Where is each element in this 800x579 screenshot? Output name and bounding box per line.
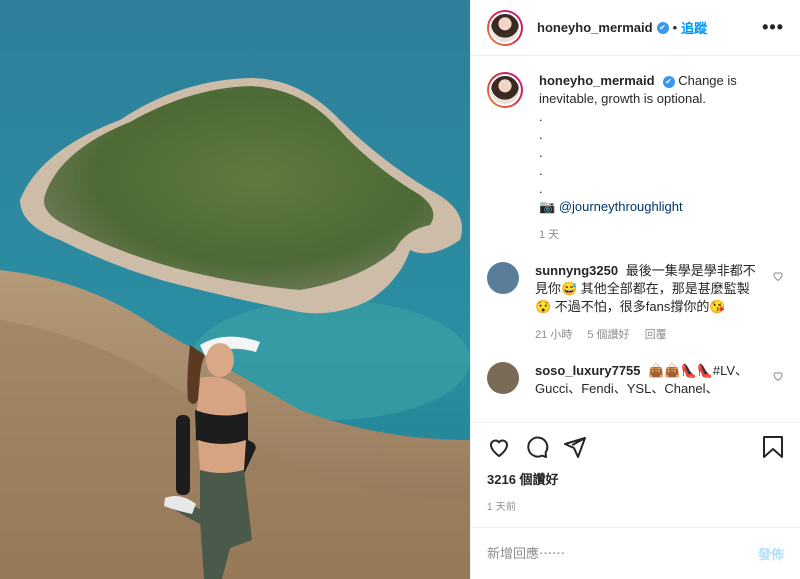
caption-username[interactable]: honeyho_mermaid (539, 73, 655, 88)
comment-icon[interactable] (525, 435, 549, 459)
commenter-username[interactable]: soso_luxury7755 (535, 363, 641, 378)
post-photo[interactable] (0, 0, 470, 579)
add-comment-bar: 發佈 (471, 527, 800, 579)
caption-time[interactable]: 1 天 (539, 229, 559, 241)
reply-button[interactable]: 回覆 (645, 329, 667, 341)
commenter-avatar[interactable] (487, 362, 519, 394)
post-panel: honeyho_mermaid ✔ • 追蹤 ••• honeyho_merma… (470, 0, 800, 579)
caption-dot: . (539, 145, 543, 160)
author-avatar[interactable] (487, 9, 523, 46)
header-separator: • (672, 20, 678, 35)
post-container: honeyho_mermaid ✔ • 追蹤 ••• honeyho_merma… (0, 0, 800, 579)
caption-dot: . (539, 109, 543, 124)
comment-item: soso_luxury7755 👜👜👠👠#LV、Gucci、Fendi、YSL、… (487, 362, 784, 398)
comment-input[interactable] (487, 546, 758, 561)
mention-link[interactable]: @journeythroughlight (559, 199, 683, 214)
post-image (0, 0, 470, 579)
comment-heart-icon[interactable] (772, 370, 784, 382)
commenter-avatar[interactable] (487, 262, 519, 294)
more-options-icon[interactable]: ••• (762, 17, 784, 38)
action-bar: 3216 個讚好 1 天前 (471, 422, 800, 513)
verified-badge-icon: ✔ (662, 75, 675, 88)
caption-dot: . (539, 163, 543, 178)
camera-icon: 📷 (539, 199, 556, 214)
likes-count[interactable]: 3216 個讚好 (487, 469, 784, 488)
post-timestamp[interactable]: 1 天前 (487, 498, 784, 513)
comment-time[interactable]: 21 小時 (535, 329, 572, 341)
commenter-username[interactable]: sunnyng3250 (535, 263, 618, 278)
like-heart-icon[interactable] (487, 435, 511, 459)
verified-badge-icon: ✔ (656, 21, 669, 34)
comment-item: sunnyng3250 最後一集學是學非都不見你😅 其他全部都在，那是甚麼監製😯… (487, 262, 784, 344)
author-username[interactable]: honeyho_mermaid (537, 20, 653, 35)
caption-dot: . (539, 181, 543, 196)
follow-button[interactable]: 追蹤 (681, 18, 707, 37)
share-icon[interactable] (563, 435, 587, 459)
comment-heart-icon[interactable] (772, 270, 784, 282)
save-bookmark-icon[interactable] (762, 435, 784, 459)
post-comment-button[interactable]: 發佈 (758, 544, 784, 563)
caption-dot: . (539, 127, 543, 142)
post-header: honeyho_mermaid ✔ • 追蹤 ••• (471, 0, 800, 56)
comment-likes[interactable]: 5 個讚好 (587, 329, 629, 341)
comments-list[interactable]: honeyho_mermaid ✔ Change is inevitable, g… (471, 56, 800, 422)
caption-avatar[interactable] (487, 72, 523, 108)
caption-row: honeyho_mermaid ✔ Change is inevitable, g… (487, 72, 784, 244)
